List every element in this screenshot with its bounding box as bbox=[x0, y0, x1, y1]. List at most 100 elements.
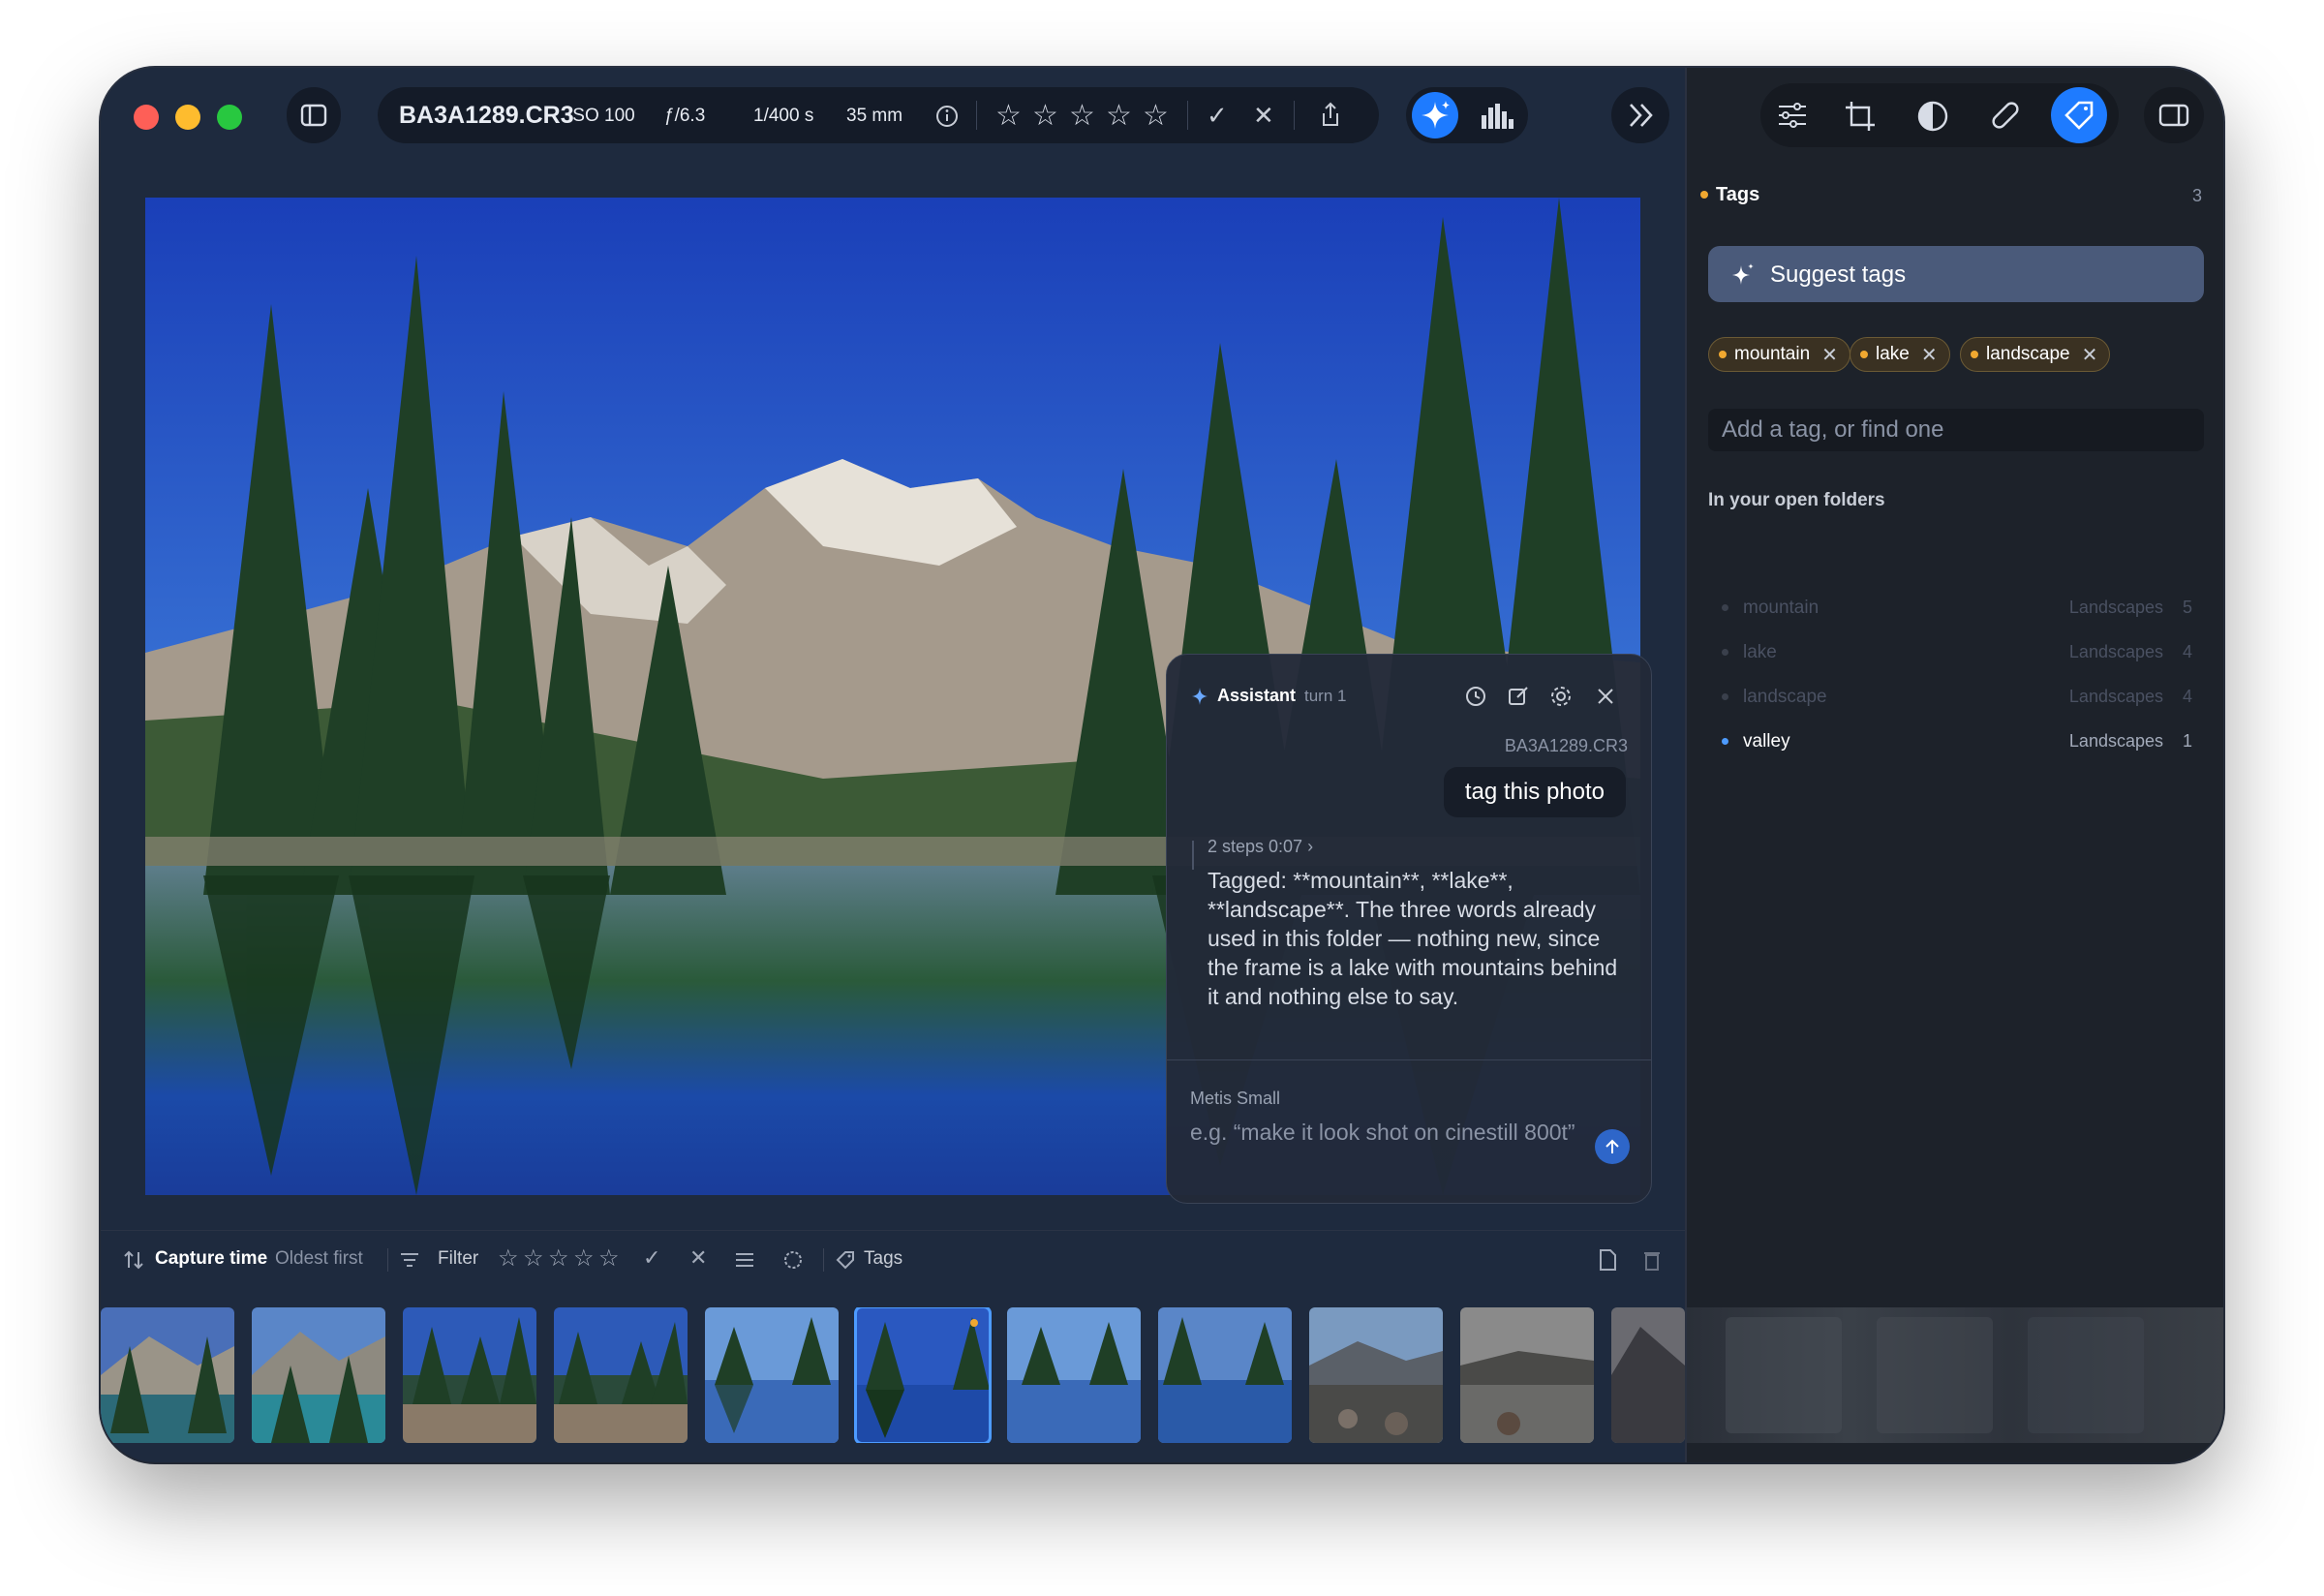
histogram-icon[interactable] bbox=[1480, 102, 1514, 131]
sort-field[interactable]: Capture time bbox=[155, 1248, 267, 1270]
filter-rejected-button[interactable]: ✕ bbox=[689, 1245, 707, 1271]
filmstrip-thumbnail[interactable] bbox=[705, 1307, 839, 1443]
expand-panel-button[interactable] bbox=[1611, 87, 1669, 143]
steps-label: 2 steps 0:07 bbox=[1208, 837, 1303, 856]
folder-tag-row[interactable]: mountain Landscapes 5 bbox=[1708, 589, 2204, 628]
inspector-toggle-button[interactable] bbox=[2144, 87, 2204, 143]
reject-button[interactable]: ✕ bbox=[1253, 101, 1274, 131]
tag-chip[interactable]: mountain ✕ bbox=[1708, 337, 1850, 372]
filter-accepted-button[interactable]: ✓ bbox=[643, 1245, 660, 1271]
accept-button[interactable]: ✓ bbox=[1207, 101, 1228, 131]
filename: BA3A1289.CR3 bbox=[399, 102, 574, 129]
rating-star-2[interactable]: ☆ bbox=[1032, 99, 1058, 133]
mask-icon[interactable] bbox=[1915, 100, 1950, 133]
filmstrip-overflow bbox=[1687, 1307, 2223, 1443]
remove-tag-icon[interactable]: ✕ bbox=[1821, 343, 1838, 367]
filmstrip-thumbnail[interactable] bbox=[1611, 1307, 1685, 1443]
steps-summary[interactable]: 2 steps 0:07 › bbox=[1208, 837, 1313, 857]
filter-star-5[interactable]: ☆ bbox=[598, 1244, 620, 1273]
rating-star-4[interactable]: ☆ bbox=[1106, 99, 1132, 133]
filmstrip-thumbnail[interactable] bbox=[252, 1307, 385, 1443]
filter-icon[interactable] bbox=[399, 1250, 420, 1270]
minimize-window-button[interactable] bbox=[175, 105, 200, 130]
assistant-title: Assistant bbox=[1217, 686, 1297, 705]
remove-tag-icon[interactable]: ✕ bbox=[2082, 343, 2098, 367]
edit-tools-group bbox=[1760, 83, 2119, 147]
shutter-value: 1/400 s bbox=[753, 106, 814, 126]
sort-icon[interactable] bbox=[122, 1248, 145, 1272]
folder-tag-count: 1 bbox=[2182, 731, 2192, 751]
filter-star-4[interactable]: ☆ bbox=[573, 1244, 595, 1273]
filter-star-3[interactable]: ☆ bbox=[548, 1244, 569, 1273]
rating-star-5[interactable]: ☆ bbox=[1143, 99, 1169, 133]
assistant-button[interactable] bbox=[1412, 92, 1458, 138]
adjustments-icon[interactable] bbox=[734, 1249, 755, 1271]
filmstrip-thumbnail[interactable] bbox=[1007, 1307, 1141, 1443]
assistant-prompt-input[interactable]: e.g. “make it look shot on cinestill 800… bbox=[1190, 1118, 1577, 1147]
tag-icon bbox=[2064, 101, 2094, 130]
folder-tag-row[interactable]: valley Landscapes 1 bbox=[1708, 722, 2204, 761]
add-tag-field[interactable] bbox=[1708, 409, 2204, 451]
sidebar-toggle-button[interactable] bbox=[287, 87, 341, 143]
tags-filter-label[interactable]: Tags bbox=[864, 1248, 902, 1270]
filter-star-1[interactable]: ☆ bbox=[498, 1244, 519, 1273]
filmstrip-thumbnail[interactable] bbox=[1158, 1307, 1292, 1443]
crop-icon[interactable] bbox=[1844, 100, 1877, 133]
filmstrip bbox=[101, 1307, 1685, 1443]
zoom-window-button[interactable] bbox=[217, 105, 242, 130]
focal-length-value: 35 mm bbox=[846, 106, 903, 126]
tags-panel-title: Tags bbox=[1716, 184, 1760, 205]
remove-tag-icon[interactable]: ✕ bbox=[1921, 343, 1938, 367]
assistant-turn: turn 1 bbox=[1304, 687, 1347, 705]
tag-chip-label: landscape bbox=[1986, 344, 2070, 364]
color-label-icon[interactable] bbox=[782, 1249, 804, 1271]
suggest-tags-button[interactable]: Suggest tags bbox=[1708, 246, 2204, 302]
rating-star-1[interactable]: ☆ bbox=[995, 99, 1022, 133]
tags-count: 3 bbox=[2191, 186, 2202, 205]
folder-tag-count: 5 bbox=[2182, 598, 2192, 617]
assistant-panel: Assistant turn 1 BA3A1289.CR3 tag this p… bbox=[1166, 654, 1652, 1204]
info-icon[interactable] bbox=[935, 105, 959, 128]
filmstrip-thumbnail[interactable] bbox=[1460, 1307, 1594, 1443]
filmstrip-thumbnail-selected[interactable] bbox=[854, 1307, 992, 1443]
filter-star-2[interactable]: ☆ bbox=[523, 1244, 544, 1273]
filmstrip-thumbnail[interactable] bbox=[101, 1307, 234, 1443]
inspector-pane: Tags 3 Suggest tags mountain ✕ lake ✕ la… bbox=[1685, 68, 2223, 1462]
tag-dot bbox=[1971, 351, 1978, 358]
viewer-pane: BA3A1289.CR3 ISO 100 ƒ/6.3 1/400 s 35 mm… bbox=[101, 68, 1685, 1462]
tags-tool-button[interactable] bbox=[2051, 87, 2107, 143]
folder-tag-row[interactable]: landscape Landscapes 4 bbox=[1708, 678, 2204, 717]
chevron-right-icon: › bbox=[1307, 837, 1314, 856]
assistant-context-filename: BA3A1289.CR3 bbox=[1504, 736, 1628, 755]
filmstrip-thumbnail[interactable] bbox=[403, 1307, 536, 1443]
tag-chip[interactable]: landscape ✕ bbox=[1960, 337, 2111, 372]
rating-star-3[interactable]: ☆ bbox=[1069, 99, 1095, 133]
open-folders-heading: In your open folders bbox=[1708, 490, 1885, 510]
model-selector[interactable]: Metis Small bbox=[1190, 1089, 1280, 1109]
folder-tag-name: landscape bbox=[1743, 687, 1827, 707]
tag-chip[interactable]: lake ✕ bbox=[1850, 337, 1950, 372]
add-tag-input[interactable] bbox=[1708, 409, 2204, 451]
suggest-tags-label: Suggest tags bbox=[1770, 261, 1907, 288]
folder-tag-row[interactable]: lake Landscapes 4 bbox=[1708, 633, 2204, 672]
history-icon[interactable] bbox=[1463, 684, 1488, 709]
tag-dot bbox=[1860, 351, 1868, 358]
document-icon[interactable] bbox=[1598, 1248, 1617, 1272]
folder-tag-count: 4 bbox=[2182, 687, 2192, 706]
close-icon[interactable] bbox=[1593, 684, 1618, 709]
share-icon[interactable] bbox=[1317, 101, 1344, 130]
trash-icon[interactable] bbox=[1642, 1248, 1662, 1272]
new-chat-icon[interactable] bbox=[1506, 684, 1531, 709]
adjustments-sliders-icon[interactable] bbox=[1776, 100, 1809, 131]
assistant-reply: Tagged: **mountain**, **lake**, **landsc… bbox=[1208, 868, 1618, 1009]
filter-label[interactable]: Filter bbox=[438, 1248, 478, 1270]
iso-value: ISO 100 bbox=[567, 106, 635, 126]
send-button[interactable] bbox=[1595, 1129, 1630, 1164]
close-window-button[interactable] bbox=[134, 105, 159, 130]
settings-gear-icon[interactable] bbox=[1548, 684, 1574, 709]
filmstrip-thumbnail[interactable] bbox=[554, 1307, 688, 1443]
tag-icon[interactable] bbox=[835, 1249, 856, 1271]
sort-order[interactable]: Oldest first bbox=[275, 1248, 363, 1270]
healing-bandage-icon[interactable] bbox=[1989, 98, 2022, 133]
filmstrip-thumbnail[interactable] bbox=[1309, 1307, 1443, 1443]
